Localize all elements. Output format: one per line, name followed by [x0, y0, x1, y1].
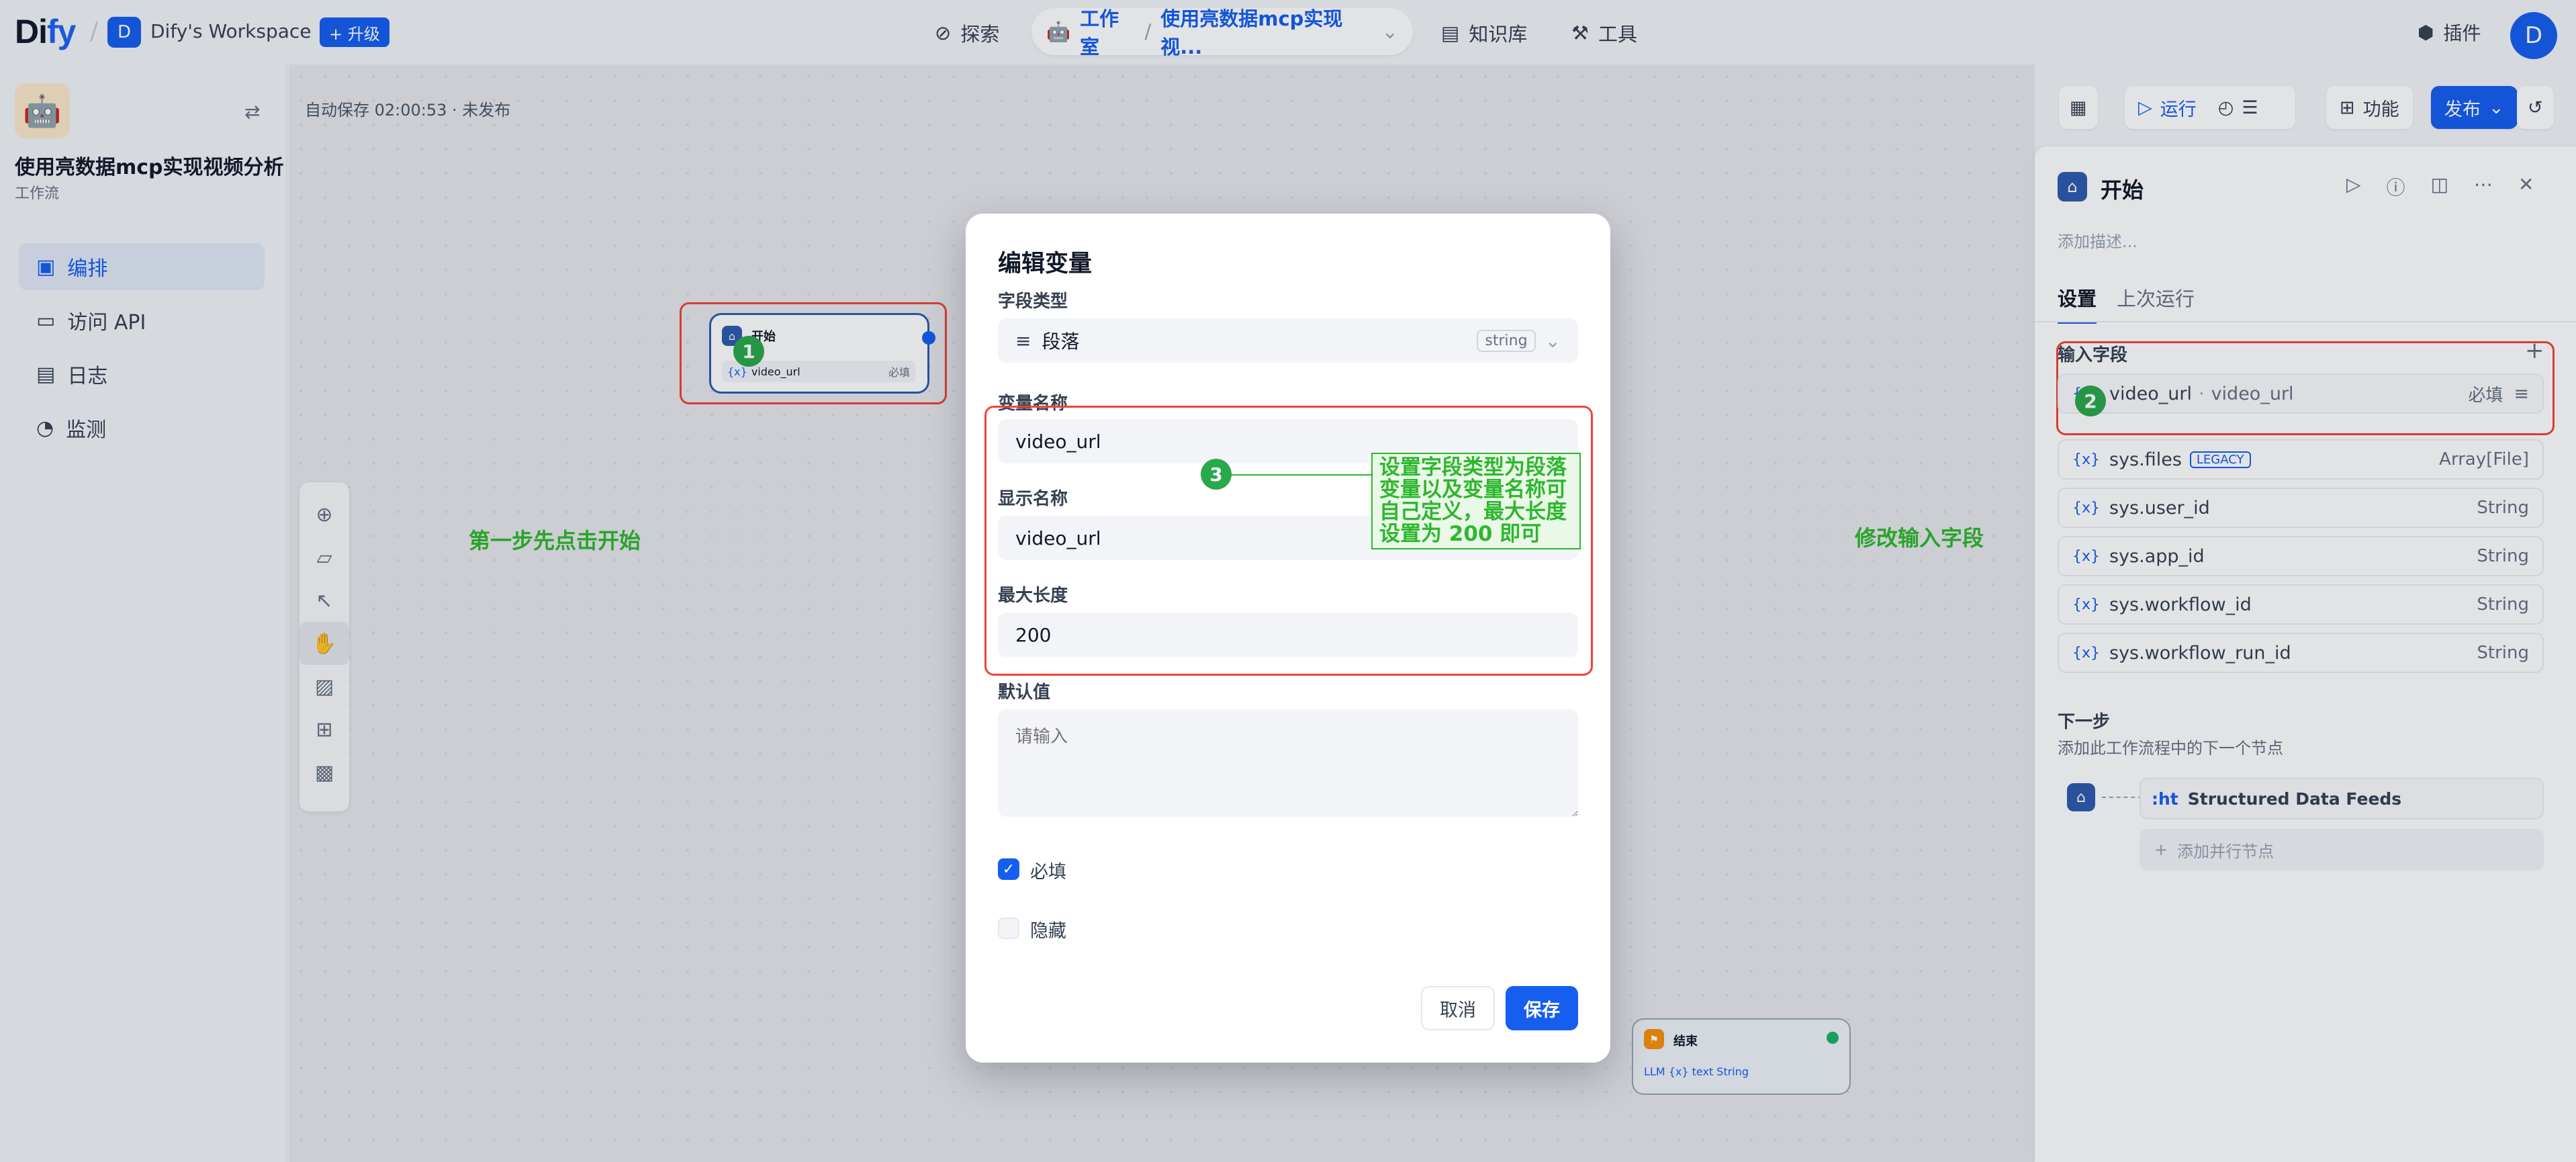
- cancel-button[interactable]: 取消: [1421, 986, 1495, 1030]
- hidden-checkbox[interactable]: [998, 918, 1019, 939]
- type-badge: string: [1477, 329, 1536, 352]
- paragraph-icon: ≡: [1015, 329, 1031, 352]
- field-type-select[interactable]: ≡ 段落 string ⌄: [998, 318, 1578, 363]
- required-label: 必填: [1030, 862, 1066, 883]
- step-badge-3: 3: [1201, 459, 1232, 490]
- annotation-callout: 设置字段类型为段落变量以及变量名称可自己定义，最大长度设置为 200 即可: [1371, 453, 1581, 549]
- modal-title: 编辑变量: [998, 251, 1093, 277]
- default-value-textarea[interactable]: [998, 709, 1578, 817]
- callout-connector: [1214, 474, 1371, 476]
- hidden-label: 隐藏: [1030, 921, 1066, 942]
- field-type-label: 字段类型: [998, 292, 1068, 312]
- chevron-down-icon: ⌄: [1545, 329, 1561, 352]
- required-checkbox[interactable]: ✓: [998, 858, 1019, 880]
- default-value-label: 默认值: [998, 682, 1051, 703]
- save-button[interactable]: 保存: [1506, 986, 1578, 1030]
